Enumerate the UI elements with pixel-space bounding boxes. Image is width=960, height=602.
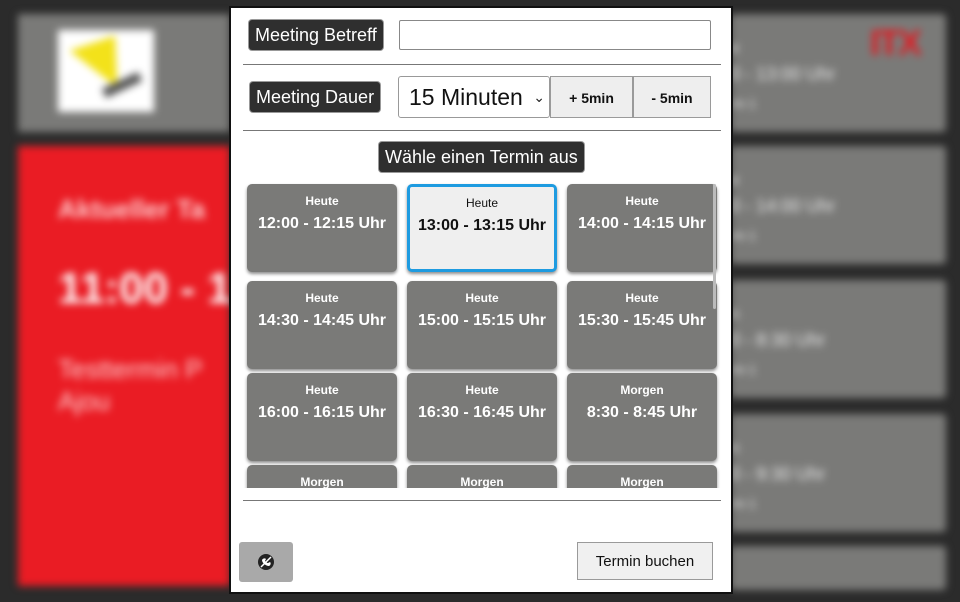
divider — [243, 64, 721, 65]
current-time: 11:00 - 1 — [58, 264, 232, 313]
slot-time: 14:00 - 14:15 Uhr — [577, 215, 707, 232]
slot-card[interactable]: Heute 16:00 - 16:15 Uhr — [247, 373, 397, 461]
slot-day: Morgen — [460, 475, 504, 488]
company-logo — [58, 30, 154, 112]
current-meeting-panel: Aktueller Ta 11:00 - 1 Testtermin P Ajou — [18, 146, 232, 586]
cancel-call-icon — [258, 554, 274, 570]
slot-day: Heute — [305, 291, 339, 305]
slot-card[interactable]: Heute 14:00 - 14:15 Uhr — [567, 184, 717, 272]
upcoming-card — [730, 546, 946, 590]
current-subject: Testtermin P — [58, 354, 203, 384]
slot-day: Morgen — [300, 475, 344, 488]
slot-list-scrollbar[interactable] — [713, 184, 716, 309]
upcoming-card: n 0 - 8:30 Uhr rm 1 — [730, 280, 946, 398]
slot-card[interactable]: Heute 12:00 - 12:15 Uhr — [247, 184, 397, 272]
plus-5min-button[interactable]: + 5min — [550, 76, 633, 118]
booking-dialog: Meeting Betreff Meeting Dauer 15 Minuten… — [229, 6, 733, 594]
slot-day: Heute — [305, 194, 339, 208]
slot-card[interactable]: Heute 15:30 - 15:45 Uhr — [567, 281, 717, 369]
slot-day: Heute — [465, 291, 499, 305]
slot-card[interactable]: Heute 15:00 - 15:15 Uhr — [407, 281, 557, 369]
minus-5min-button[interactable]: - 5min — [633, 76, 711, 118]
upcoming-card: n 0 - 9:30 Uhr rm 1 — [730, 414, 946, 532]
slot-card[interactable]: Heute 14:30 - 14:45 Uhr — [247, 281, 397, 369]
brand-logo: ITX — [870, 22, 922, 63]
current-subject-2: Ajou — [58, 386, 111, 416]
slot-card[interactable]: Morgen — [407, 465, 557, 488]
divider — [243, 500, 721, 501]
slot-time: 12:00 - 12:15 Uhr — [257, 215, 387, 232]
duration-value: 15 Minuten — [409, 84, 523, 110]
slot-time: 13:00 - 13:15 Uhr — [417, 217, 547, 234]
slot-day: Heute — [625, 291, 659, 305]
slot-day: Morgen — [620, 475, 664, 488]
chevron-down-icon: ⌄ — [533, 89, 545, 105]
slot-day: Heute — [465, 383, 499, 397]
slot-card[interactable]: Morgen — [567, 465, 717, 488]
logo-panel — [18, 14, 230, 132]
choose-slot-label: Wähle einen Termin aus — [379, 142, 584, 172]
slot-time: 14:30 - 14:45 Uhr — [257, 312, 387, 329]
duration-select[interactable]: 15 Minuten ⌄ — [398, 76, 550, 118]
slot-day: Heute — [465, 196, 499, 210]
slot-time: 16:00 - 16:15 Uhr — [257, 404, 387, 421]
slot-card[interactable]: Heute 16:30 - 16:45 Uhr — [407, 373, 557, 461]
slot-day: Morgen — [620, 383, 664, 397]
subject-label: Meeting Betreff — [249, 20, 383, 50]
cancel-call-button[interactable] — [239, 542, 293, 582]
slot-time: 16:30 - 16:45 Uhr — [417, 404, 547, 421]
duration-label: Meeting Dauer — [250, 82, 381, 112]
slot-time: 8:30 - 8:45 Uhr — [586, 404, 698, 421]
divider — [243, 130, 721, 131]
subject-input[interactable] — [399, 20, 711, 50]
slot-card[interactable]: Morgen 8:30 - 8:45 Uhr — [567, 373, 717, 461]
book-appointment-button[interactable]: Termin buchen — [577, 542, 713, 580]
slot-list[interactable]: Heute 12:00 - 12:15 Uhr Heute 13:00 - 13… — [243, 180, 721, 488]
slot-time: 15:00 - 15:15 Uhr — [417, 312, 547, 329]
slot-day: Heute — [305, 383, 339, 397]
slot-card-selected[interactable]: Heute 13:00 - 13:15 Uhr — [407, 184, 557, 272]
slot-day: Heute — [625, 194, 659, 208]
current-title: Aktueller Ta — [58, 194, 205, 224]
slot-time: 15:30 - 15:45 Uhr — [577, 312, 707, 329]
slot-card[interactable]: Morgen — [247, 465, 397, 488]
upcoming-card: e 0 - 14:00 Uhr rm 1 — [730, 146, 946, 264]
